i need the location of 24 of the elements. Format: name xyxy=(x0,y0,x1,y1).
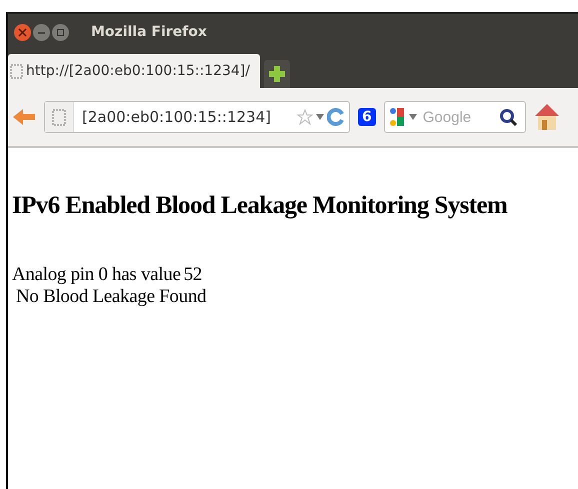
maximize-icon[interactable] xyxy=(52,24,69,40)
reading-label: Analog pin 0 has value xyxy=(12,264,181,286)
back-arrow-icon[interactable] xyxy=(12,107,36,127)
new-tab-button[interactable] xyxy=(264,60,290,88)
page-icon xyxy=(52,108,66,126)
close-icon[interactable] xyxy=(14,24,31,40)
dropdown-icon[interactable] xyxy=(316,114,324,120)
browser-tab[interactable]: http://[2a00:eb0:100:15::1234]/ xyxy=(8,54,260,88)
status-text: No Blood Leakage Found xyxy=(16,286,206,307)
google-icon[interactable] xyxy=(388,107,405,127)
reading-value: 52 xyxy=(184,264,202,286)
search-icon[interactable] xyxy=(498,108,517,126)
reload-icon[interactable] xyxy=(327,108,345,126)
ipv6-badge[interactable]: 6 xyxy=(358,108,376,126)
url-field[interactable]: [2a00:eb0:100:15::1234] xyxy=(44,101,350,133)
home-icon[interactable] xyxy=(534,103,560,131)
star-icon[interactable] xyxy=(297,109,313,125)
dropdown-icon[interactable] xyxy=(408,114,417,120)
page-heading: IPv6 Enabled Blood Leakage Monitoring System xyxy=(12,192,508,220)
plus-icon[interactable] xyxy=(268,65,286,83)
search-bar[interactable]: Google xyxy=(384,101,526,133)
window-title: Mozilla Firefox xyxy=(91,24,207,40)
page-icon xyxy=(10,64,23,78)
minimize-icon[interactable] xyxy=(33,24,50,40)
